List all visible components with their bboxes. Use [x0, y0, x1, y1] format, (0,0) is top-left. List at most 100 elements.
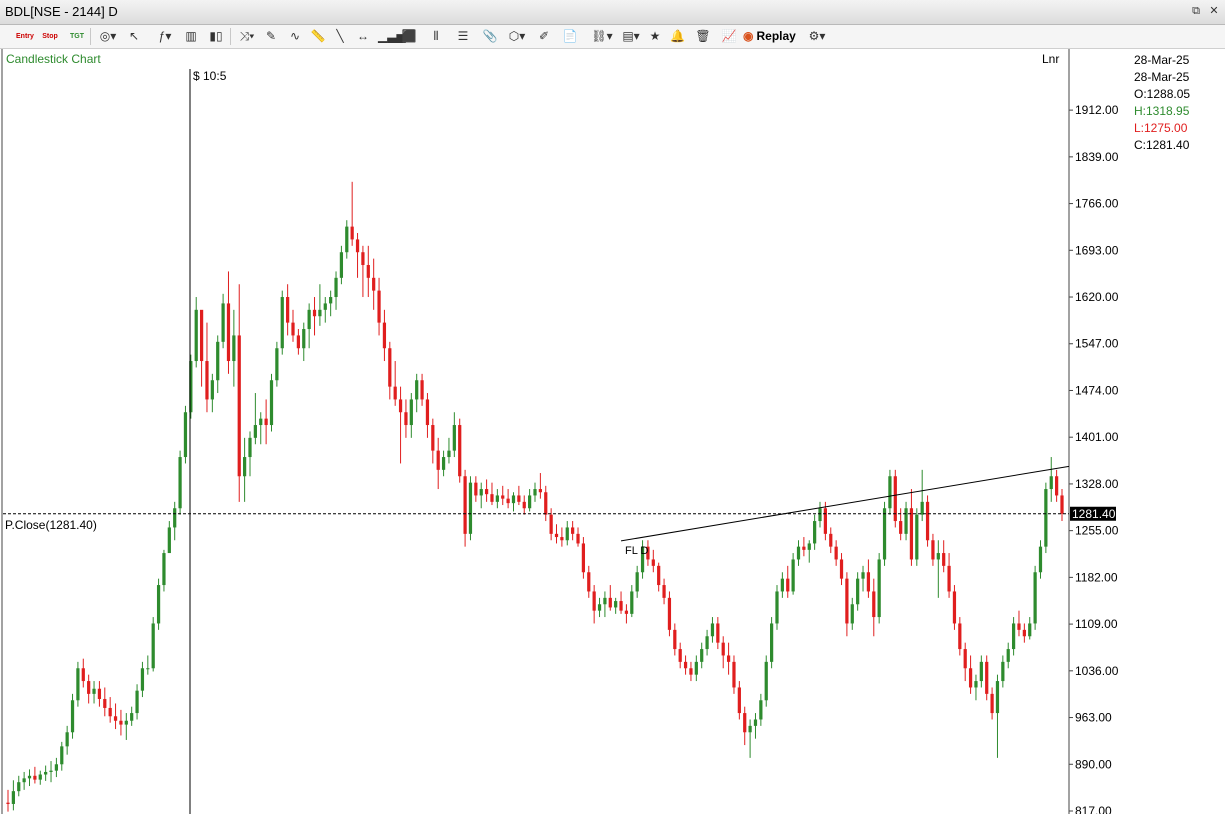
candle-body: [662, 585, 666, 598]
layout-dropdown-icon[interactable]: ▤▾: [619, 28, 643, 45]
scale-label: Lnr: [1042, 52, 1059, 66]
candle-body: [124, 720, 128, 725]
candle-body: [904, 508, 908, 534]
candle-body: [1060, 495, 1064, 514]
candle-body: [635, 572, 639, 592]
candle-icon[interactable]: ▮▯: [207, 28, 225, 45]
candle-body: [216, 341, 220, 381]
trendline-icon[interactable]: ╲: [333, 28, 347, 45]
candle-body: [27, 775, 32, 779]
candle-body: [587, 572, 591, 592]
candle-body: [178, 457, 182, 509]
y-tick-label: 1474.00: [1075, 383, 1119, 397]
hline-icon[interactable]: ↔: [355, 28, 371, 45]
candle-body: [501, 495, 505, 499]
candle-body: [813, 521, 817, 544]
study-dropdown-icon[interactable]: ƒ▾: [153, 28, 177, 45]
y-tick-label: 1401.00: [1075, 430, 1119, 444]
candle-body: [307, 309, 311, 330]
candle-body: [931, 540, 935, 560]
delete-icon[interactable]: 🗑: [695, 28, 711, 45]
candle-body: [415, 380, 419, 400]
candle-body: [958, 623, 962, 650]
replay-button[interactable]: ◉ Replay: [743, 28, 796, 45]
wave-icon[interactable]: ∿: [287, 28, 303, 45]
candle-body: [398, 399, 403, 413]
draw-tools-icon[interactable]: ⤨▾: [235, 28, 259, 45]
candle-body: [737, 687, 741, 714]
candle-body: [791, 559, 795, 592]
candlestick-chart[interactable]: 1912.00 1839.00 1766.00 1693.00 1620.00 1547.…: [0, 49, 1225, 814]
star-icon[interactable]: ★: [648, 28, 662, 45]
candle-body: [484, 489, 489, 495]
candle-body: [108, 707, 112, 717]
candle-body: [248, 437, 252, 458]
candle-body: [963, 649, 967, 669]
candle-body: [882, 508, 887, 560]
attach-icon[interactable]: 📎: [482, 28, 498, 45]
channel-icon[interactable]: ☰: [455, 28, 471, 45]
candle-body: [302, 329, 306, 349]
alert-icon[interactable]: 🔔: [670, 28, 685, 45]
candle-body: [420, 380, 424, 400]
candle-body: [818, 508, 822, 522]
link-dropdown-icon[interactable]: ⛓▾: [590, 28, 614, 45]
candle-body: [861, 572, 865, 579]
candle-body: [549, 514, 553, 534]
candle-body: [87, 681, 91, 694]
candle-body: [947, 565, 951, 592]
candle-body: [183, 412, 188, 458]
candle-body: [232, 335, 236, 362]
candle-body: [1033, 572, 1037, 624]
candle-body: [619, 601, 623, 611]
entry-button[interactable]: Entry: [16, 28, 34, 45]
y-tick-label: 1109.00: [1075, 617, 1118, 631]
chart-area[interactable]: 1912.00 1839.00 1766.00 1693.00 1620.00 1547.…: [0, 49, 1225, 814]
candle-body: [603, 597, 607, 605]
ruler-icon[interactable]: 📏: [310, 28, 326, 45]
line-chart-icon[interactable]: 📈: [720, 28, 738, 45]
edit-icon[interactable]: ✐: [536, 28, 552, 45]
candle-body: [1028, 623, 1032, 637]
candle-body: [511, 495, 516, 504]
volume-icon[interactable]: ▁▃▅: [378, 28, 406, 45]
cursor-icon[interactable]: ↖: [127, 28, 141, 45]
trendline-label: FL D: [625, 545, 648, 557]
y-tick-label: 1620.00: [1075, 290, 1119, 304]
pointer-icon[interactable]: ✎: [264, 28, 278, 45]
candle-body: [329, 297, 333, 304]
candle-body: [382, 322, 387, 349]
cube-icon[interactable]: ⬛: [401, 28, 417, 45]
candle-body: [683, 661, 688, 669]
restore-icon[interactable]: ⧉: [1189, 4, 1203, 18]
document-icon[interactable]: 📄: [562, 28, 578, 45]
indicator-dropdown-icon[interactable]: ◎▾: [97, 28, 119, 45]
candle-body: [942, 553, 946, 566]
candle-body: [237, 335, 241, 477]
y-tick-label: 1547.00: [1075, 337, 1119, 351]
candle-body: [753, 719, 758, 726]
settings-gear-icon[interactable]: ⚙▾: [805, 28, 829, 45]
candle-body: [705, 636, 709, 650]
candle-body: [463, 476, 467, 534]
stop-button[interactable]: Stop: [41, 28, 59, 45]
shapes-icon[interactable]: ⬡▾: [505, 28, 529, 45]
candle-body: [716, 623, 720, 643]
trendline[interactable]: [620, 465, 1070, 542]
candle-body: [721, 642, 725, 656]
fib-icon[interactable]: ⫴: [428, 28, 444, 45]
candle-body: [60, 746, 64, 765]
close-icon[interactable]: ✕: [1207, 4, 1221, 18]
candle-body: [560, 537, 564, 541]
candle-body: [700, 649, 704, 662]
bar-chart-icon[interactable]: ▥: [183, 28, 199, 45]
candle-body: [372, 277, 376, 291]
candle-body: [936, 553, 940, 560]
candle-body: [522, 501, 526, 509]
prev-close-label: P.Close(1281.40): [5, 518, 97, 532]
y-tick-label: 963.00: [1075, 711, 1112, 725]
candle-body: [834, 546, 838, 560]
candle-body: [974, 681, 978, 688]
candle-body: [468, 482, 473, 534]
target-button[interactable]: TGT: [69, 28, 85, 45]
